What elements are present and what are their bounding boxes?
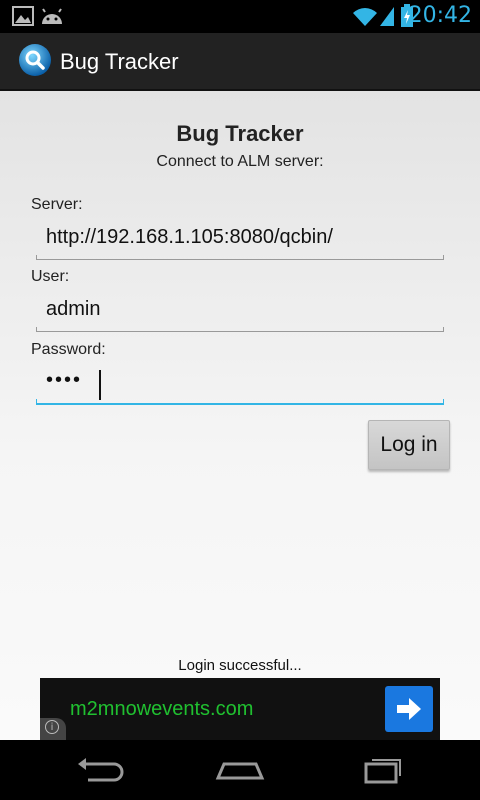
status-bar: 20:42 <box>0 0 480 33</box>
clock: 20:42 <box>408 3 472 28</box>
form-title: Bug Tracker <box>176 121 304 146</box>
recent-apps-icon[interactable] <box>350 750 410 790</box>
user-field[interactable]: admin <box>36 292 444 332</box>
gallery-notification-icon <box>12 6 34 26</box>
form-subtitle: Connect to ALM server: <box>156 153 324 170</box>
status-message: Login successful... <box>178 657 302 674</box>
text-cursor <box>99 370 101 400</box>
login-form: Bug Tracker Connect to ALM server: Serve… <box>0 91 480 740</box>
signal-icon <box>380 7 394 26</box>
ad-banner[interactable]: m2mnowevents.com i <box>40 678 440 740</box>
home-icon[interactable] <box>210 750 270 790</box>
app-title: Bug Tracker <box>60 49 179 74</box>
back-icon[interactable] <box>70 750 130 790</box>
ad-info-button[interactable]: i <box>40 718 66 740</box>
login-button[interactable]: Log in <box>368 420 450 470</box>
navigation-bar <box>0 740 480 800</box>
password-value: •••• <box>46 369 83 391</box>
app-search-icon[interactable] <box>18 43 52 77</box>
server-value: http://192.168.1.105:8080/qcbin/ <box>46 226 333 248</box>
ad-text[interactable]: m2mnowevents.com <box>70 698 253 721</box>
password-label: Password: <box>31 341 106 358</box>
password-field[interactable]: •••• <box>36 365 444 405</box>
arrow-right-icon <box>397 698 421 720</box>
user-label: User: <box>31 268 70 285</box>
action-bar: Bug Tracker <box>0 33 480 91</box>
info-icon: i <box>45 720 59 734</box>
server-field[interactable]: http://192.168.1.105:8080/qcbin/ <box>36 220 444 260</box>
ad-arrow-button[interactable] <box>385 686 433 732</box>
wifi-icon <box>353 8 377 26</box>
android-notification-icon <box>42 8 62 24</box>
server-label: Server: <box>31 196 83 213</box>
user-value: admin <box>46 298 101 320</box>
